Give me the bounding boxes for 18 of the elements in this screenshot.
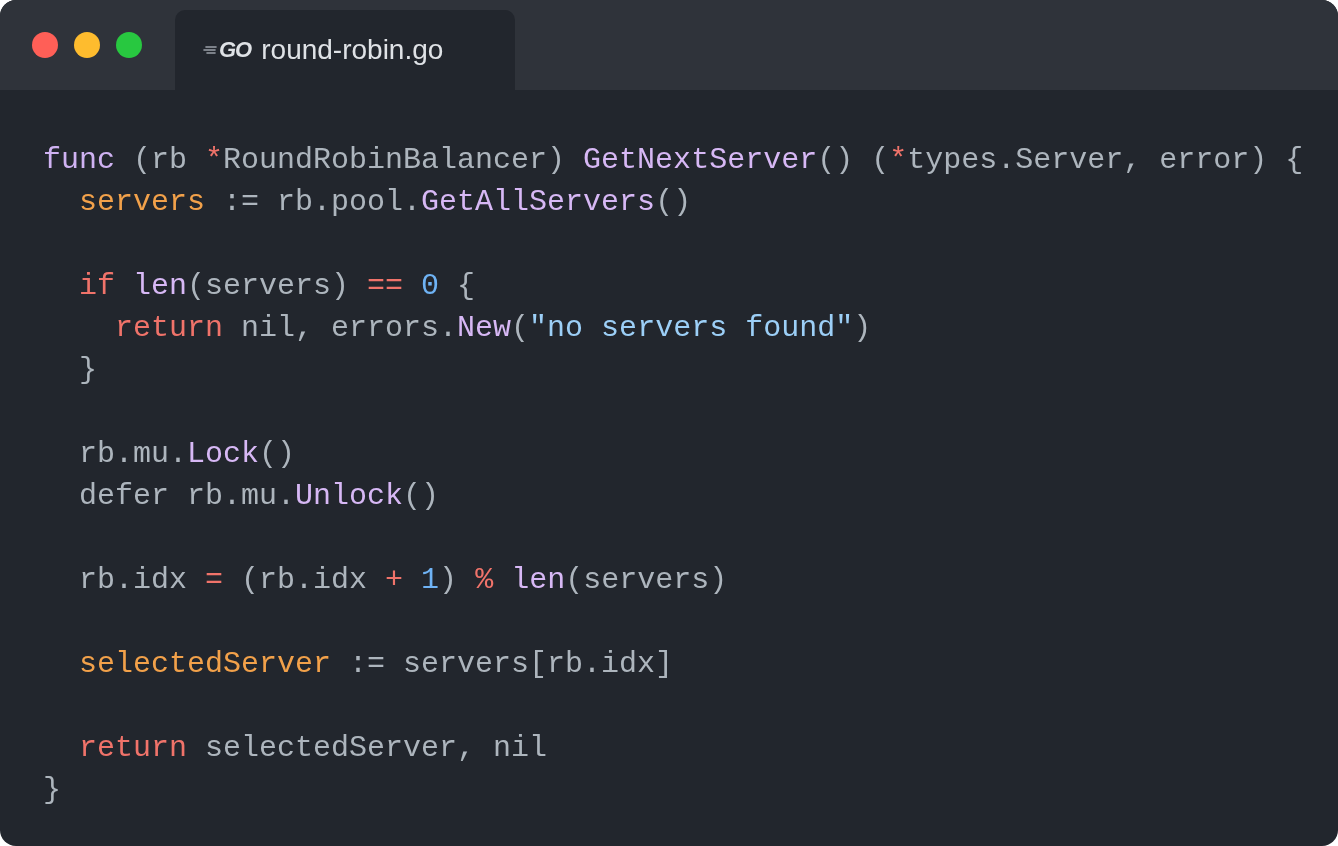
code-line: } — [79, 352, 97, 389]
window-button[interactable] — [116, 32, 142, 58]
tab-label: round-robin.go — [261, 34, 444, 66]
code-line: rb.mu.Lock() — [79, 436, 296, 473]
code-line: if len(servers) == 0 { — [79, 268, 476, 305]
speed-lines-icon — [203, 45, 217, 55]
code-line: servers := rb.pool.GetAllServers() — [79, 184, 692, 221]
code-line: rb.idx = (rb.idx + 1) % len(servers) — [79, 562, 728, 599]
code-line: return selectedServer, nil — [79, 730, 548, 767]
code-line: selectedServer := servers[rb.idx] — [79, 646, 674, 683]
window-button[interactable] — [32, 32, 58, 58]
file-tab[interactable]: GO round-robin.go — [175, 10, 515, 90]
code-line: } — [43, 772, 61, 809]
code-line: func (rb *RoundRobinBalancer) GetNextServer() (*types.Server, error) { — [43, 142, 1304, 179]
code-line: defer rb.mu.Unlock() — [79, 478, 440, 515]
window-button[interactable] — [74, 32, 100, 58]
code-line: return nil, errors.New("no servers found") — [115, 310, 872, 347]
go-logo: GO — [219, 37, 252, 63]
